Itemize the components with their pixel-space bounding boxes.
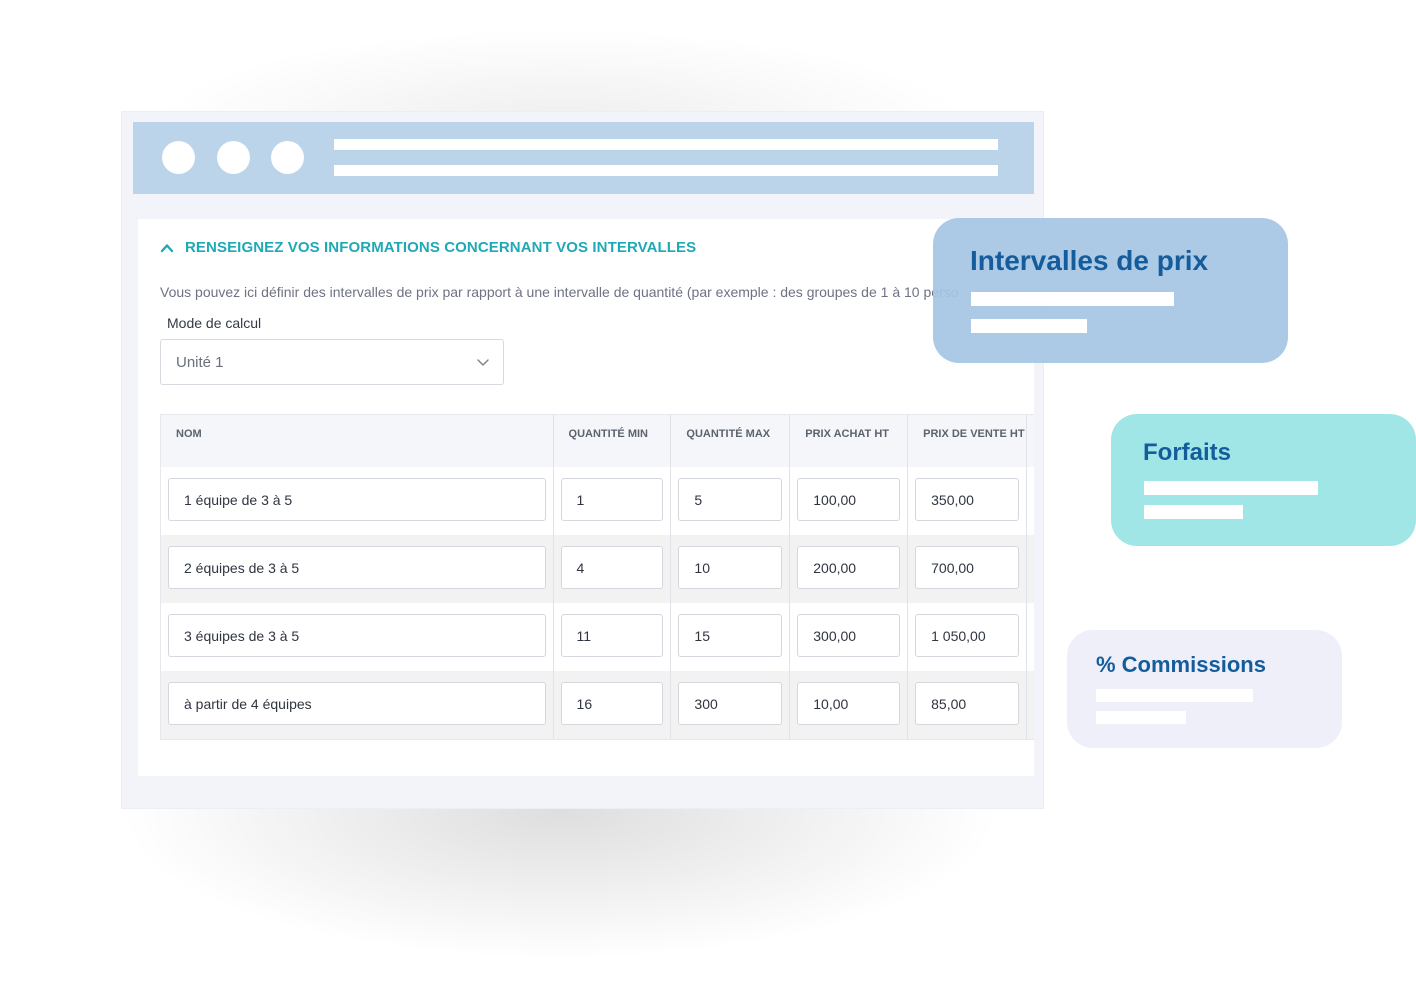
chevron-up-icon[interactable] <box>160 241 174 255</box>
browser-window: RENSEIGNEZ VOS INFORMATIONS CONCERNANT V… <box>121 111 1044 809</box>
quantity-min-input[interactable]: 11 <box>560 614 664 657</box>
quantity-min-input[interactable]: 4 <box>560 546 664 589</box>
table-row: 3 équipes de 3 à 5 11 15 300,00 1 050,00 <box>161 603 1034 671</box>
card-placeholder-line <box>1096 689 1253 702</box>
table-header-row: NOM QUANTITÉ MIN QUANTITÉ MAX PRIX ACHAT… <box>161 415 1034 467</box>
purchase-price-input[interactable]: 100,00 <box>797 478 901 521</box>
name-input[interactable]: 1 équipe de 3 à 5 <box>168 478 546 521</box>
quantity-max-input[interactable]: 5 <box>678 478 783 521</box>
card-forfaits: Forfaits <box>1111 414 1416 546</box>
column-header-prix-achat: PRIX ACHAT HT <box>805 428 889 440</box>
window-dot-icon <box>271 141 304 174</box>
window-dot-icon <box>162 141 195 174</box>
purchase-price-input[interactable]: 200,00 <box>797 546 901 589</box>
table-row: 2 équipes de 3 à 5 4 10 200,00 700,00 <box>161 535 1034 603</box>
column-header-quantite-max: QUANTITÉ MAX <box>686 428 771 440</box>
window-dot-icon <box>217 141 250 174</box>
name-input[interactable]: 2 équipes de 3 à 5 <box>168 546 546 589</box>
card-title: % Commissions <box>1096 652 1266 677</box>
sale-price-input[interactable]: 1 050,00 <box>915 614 1019 657</box>
chevron-down-icon <box>477 359 489 366</box>
name-input[interactable]: à partir de 4 équipes <box>168 682 546 725</box>
titlebar-placeholder-line <box>334 139 998 150</box>
card-placeholder-line <box>1096 711 1186 724</box>
card-placeholder-line <box>1144 505 1243 519</box>
titlebar-placeholder-line <box>334 165 998 176</box>
column-header-quantite-min: QUANTITÉ MIN <box>568 428 648 440</box>
quantity-max-input[interactable]: 300 <box>678 682 783 725</box>
card-title: Intervalles de prix <box>970 245 1209 276</box>
quantity-min-input[interactable]: 16 <box>560 682 664 725</box>
sale-price-input[interactable]: 85,00 <box>915 682 1019 725</box>
name-input[interactable]: 3 équipes de 3 à 5 <box>168 614 546 657</box>
card-placeholder-line <box>1144 481 1318 495</box>
intervals-table: NOM QUANTITÉ MIN QUANTITÉ MAX PRIX ACHAT… <box>160 414 1034 740</box>
section-header[interactable]: RENSEIGNEZ VOS INFORMATIONS CONCERNANT V… <box>160 239 696 256</box>
purchase-price-input[interactable]: 10,00 <box>797 682 901 725</box>
card-commissions: % Commissions <box>1067 630 1342 748</box>
window-titlebar <box>133 122 1034 194</box>
sale-price-input[interactable]: 700,00 <box>915 546 1019 589</box>
sale-price-input[interactable]: 350,00 <box>915 478 1019 521</box>
card-title: Forfaits <box>1143 439 1232 466</box>
card-placeholder-line <box>971 319 1087 333</box>
quantity-max-input[interactable]: 15 <box>678 614 783 657</box>
calc-mode-label: Mode de calcul <box>167 315 262 331</box>
section-description: Vous pouvez ici définir des intervalles … <box>160 284 959 300</box>
table-row: à partir de 4 équipes 16 300 10,00 85,00 <box>161 671 1034 739</box>
calc-mode-value: Unité 1 <box>176 353 224 371</box>
calc-mode-select[interactable]: Unité 1 <box>160 339 504 385</box>
column-header-nom: NOM <box>176 428 202 440</box>
quantity-max-input[interactable]: 10 <box>678 546 783 589</box>
quantity-min-input[interactable]: 1 <box>560 478 664 521</box>
card-intervalles-de-prix: Intervalles de prix <box>933 218 1288 363</box>
table-row: 1 équipe de 3 à 5 1 5 100,00 350,00 <box>161 467 1034 535</box>
card-placeholder-line <box>971 292 1174 306</box>
section-title: RENSEIGNEZ VOS INFORMATIONS CONCERNANT V… <box>185 239 697 256</box>
column-header-prix-vente: PRIX DE VENTE HT <box>923 428 1025 440</box>
purchase-price-input[interactable]: 300,00 <box>797 614 901 657</box>
intervals-panel: RENSEIGNEZ VOS INFORMATIONS CONCERNANT V… <box>138 219 1034 776</box>
